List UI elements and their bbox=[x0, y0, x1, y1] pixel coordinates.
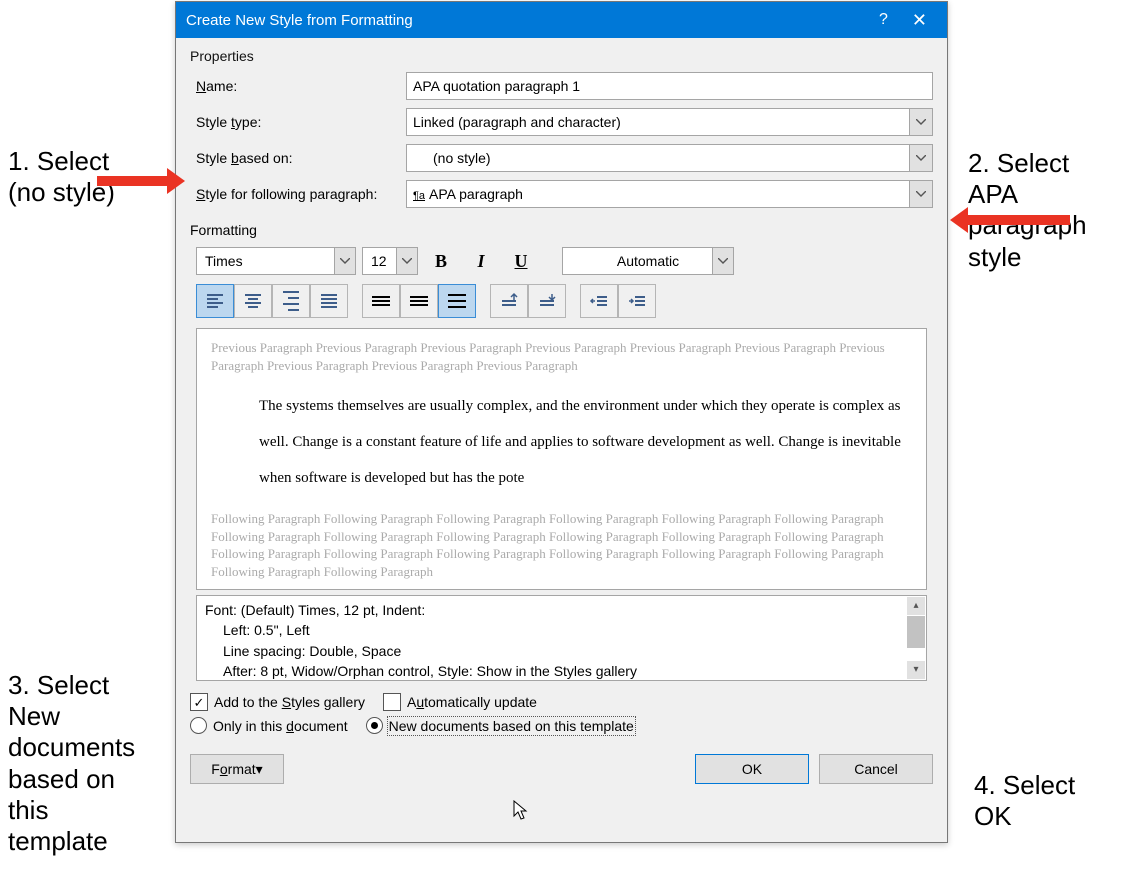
style-following-combo[interactable]: ¶aAPA paragraph bbox=[406, 180, 933, 208]
chevron-down-icon bbox=[909, 181, 932, 207]
underline-button[interactable]: U bbox=[504, 246, 538, 276]
new-documents-template-radio[interactable]: New documents based on this template bbox=[366, 717, 634, 734]
linespace-2-button[interactable] bbox=[438, 284, 476, 318]
close-button[interactable]: ✕ bbox=[902, 10, 937, 31]
preview-following: Following Paragraph Following Paragraph … bbox=[211, 510, 912, 580]
chevron-down-icon bbox=[909, 109, 932, 135]
linespace-1.5-button[interactable] bbox=[400, 284, 438, 318]
italic-button[interactable]: I bbox=[464, 246, 498, 276]
decrease-indent-button[interactable] bbox=[580, 284, 618, 318]
style-based-on-label: Style based on: bbox=[190, 150, 406, 166]
style-desc-line: Font: (Default) Times, 12 pt, Indent: bbox=[205, 600, 902, 620]
cursor-icon bbox=[513, 800, 529, 822]
name-label: Name: bbox=[190, 78, 406, 94]
chevron-down-icon bbox=[334, 248, 355, 274]
preview-sample: The systems themselves are usually compl… bbox=[259, 388, 912, 496]
arrow-icon bbox=[97, 168, 185, 194]
arrow-icon bbox=[950, 207, 1070, 233]
scroll-down-button[interactable]: ▾ bbox=[907, 661, 925, 679]
bold-button[interactable]: B bbox=[424, 246, 458, 276]
preview-previous: Previous Paragraph Previous Paragraph Pr… bbox=[211, 339, 912, 374]
space-before-inc-button[interactable] bbox=[490, 284, 528, 318]
align-left-button[interactable] bbox=[196, 284, 234, 318]
properties-heading: Properties bbox=[176, 38, 947, 68]
style-based-on-combo[interactable]: (no style) bbox=[406, 144, 933, 172]
help-button[interactable]: ? bbox=[865, 11, 902, 29]
radio-unchecked-icon bbox=[190, 717, 207, 734]
chevron-down-icon bbox=[712, 248, 733, 274]
preview-box: Previous Paragraph Previous Paragraph Pr… bbox=[196, 328, 927, 590]
style-desc-line: Line spacing: Double, Space bbox=[205, 641, 902, 661]
paragraph-toolbar bbox=[176, 280, 947, 322]
unchecked-icon bbox=[383, 693, 401, 711]
style-description-box: Font: (Default) Times, 12 pt, Indent: Le… bbox=[196, 595, 927, 681]
chevron-down-icon bbox=[909, 145, 932, 171]
align-justify-button[interactable] bbox=[310, 284, 348, 318]
font-toolbar: Times 12 B I U Automatic bbox=[176, 242, 947, 280]
annotation-4: 4. Select OK bbox=[974, 770, 1075, 832]
increase-indent-button[interactable] bbox=[618, 284, 656, 318]
style-type-label: Style type: bbox=[190, 114, 406, 130]
check-icon: ✓ bbox=[190, 693, 208, 711]
font-color-combo[interactable]: Automatic bbox=[562, 247, 734, 275]
format-button[interactable]: Format▾ bbox=[190, 754, 284, 784]
style-type-combo[interactable]: Linked (paragraph and character) bbox=[406, 108, 933, 136]
create-style-dialog: Create New Style from Formatting ? ✕ Pro… bbox=[175, 1, 948, 843]
auto-update-checkbox[interactable]: Automatically update bbox=[383, 693, 537, 711]
space-before-dec-button[interactable] bbox=[528, 284, 566, 318]
chevron-down-icon bbox=[396, 248, 417, 274]
titlebar: Create New Style from Formatting ? ✕ bbox=[176, 2, 947, 38]
formatting-heading: Formatting bbox=[176, 212, 947, 242]
only-this-document-radio[interactable]: Only in this document bbox=[190, 717, 348, 734]
style-following-label: Style for following paragraph: bbox=[190, 186, 406, 202]
scroll-thumb[interactable] bbox=[907, 616, 925, 648]
ok-button[interactable]: OK bbox=[695, 754, 809, 784]
add-to-gallery-checkbox[interactable]: ✓ Add to the Styles gallery bbox=[190, 693, 365, 711]
font-size-combo[interactable]: 12 bbox=[362, 247, 418, 275]
annotation-3: 3. Select New documents based on this te… bbox=[8, 670, 135, 857]
linespace-1-button[interactable] bbox=[362, 284, 400, 318]
dialog-title: Create New Style from Formatting bbox=[186, 12, 413, 29]
align-center-button[interactable] bbox=[234, 284, 272, 318]
font-name-combo[interactable]: Times bbox=[196, 247, 356, 275]
scroll-up-button[interactable]: ▴ bbox=[907, 597, 925, 615]
radio-checked-icon bbox=[366, 717, 383, 734]
align-right-button[interactable] bbox=[272, 284, 310, 318]
paragraph-icon: ¶a bbox=[413, 190, 425, 202]
cancel-button[interactable]: Cancel bbox=[819, 754, 933, 784]
style-desc-line: After: 8 pt, Widow/Orphan control, Style… bbox=[205, 661, 902, 681]
style-desc-line: Left: 0.5", Left bbox=[205, 620, 902, 640]
name-input[interactable]: APA quotation paragraph 1 bbox=[406, 72, 933, 100]
